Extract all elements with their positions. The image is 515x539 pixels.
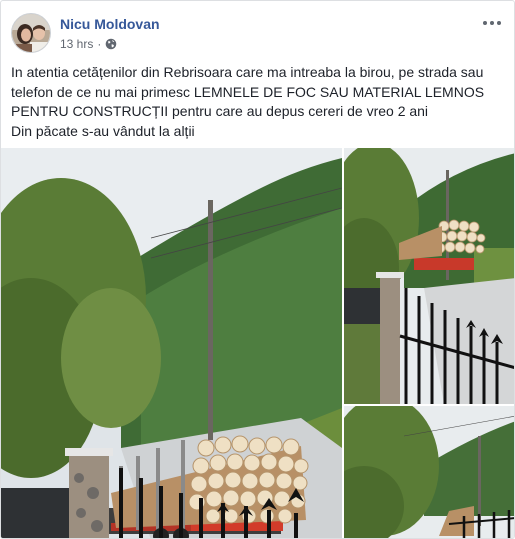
- more-options-icon[interactable]: [480, 13, 504, 33]
- author-name[interactable]: Nicu Moldovan: [60, 16, 160, 32]
- post-timestamp[interactable]: 13 hrs: [60, 37, 93, 51]
- photo-logging-truck-distance[interactable]: [344, 148, 514, 404]
- post-message-line-2: Din păcate s-au vândut la alții: [11, 122, 195, 139]
- globe-icon: [105, 38, 117, 50]
- post-meta: 13 hrs ·: [60, 37, 117, 51]
- meta-separator: ·: [97, 37, 102, 51]
- photo-logging-truck-main[interactable]: [1, 148, 342, 538]
- post-message: In atentia cetățenilor din Rebrisoara ca…: [11, 63, 506, 141]
- post-message-line-1: In atentia cetățenilor din Rebrisoara ca…: [11, 64, 485, 119]
- photo-grid: [1, 148, 514, 538]
- photo-logging-truck-far[interactable]: [344, 406, 514, 538]
- post-header: Nicu Moldovan 13 hrs ·: [11, 13, 506, 55]
- facebook-post-card: Nicu Moldovan 13 hrs · In atentia cetățe…: [0, 0, 515, 539]
- author-avatar[interactable]: [11, 13, 51, 53]
